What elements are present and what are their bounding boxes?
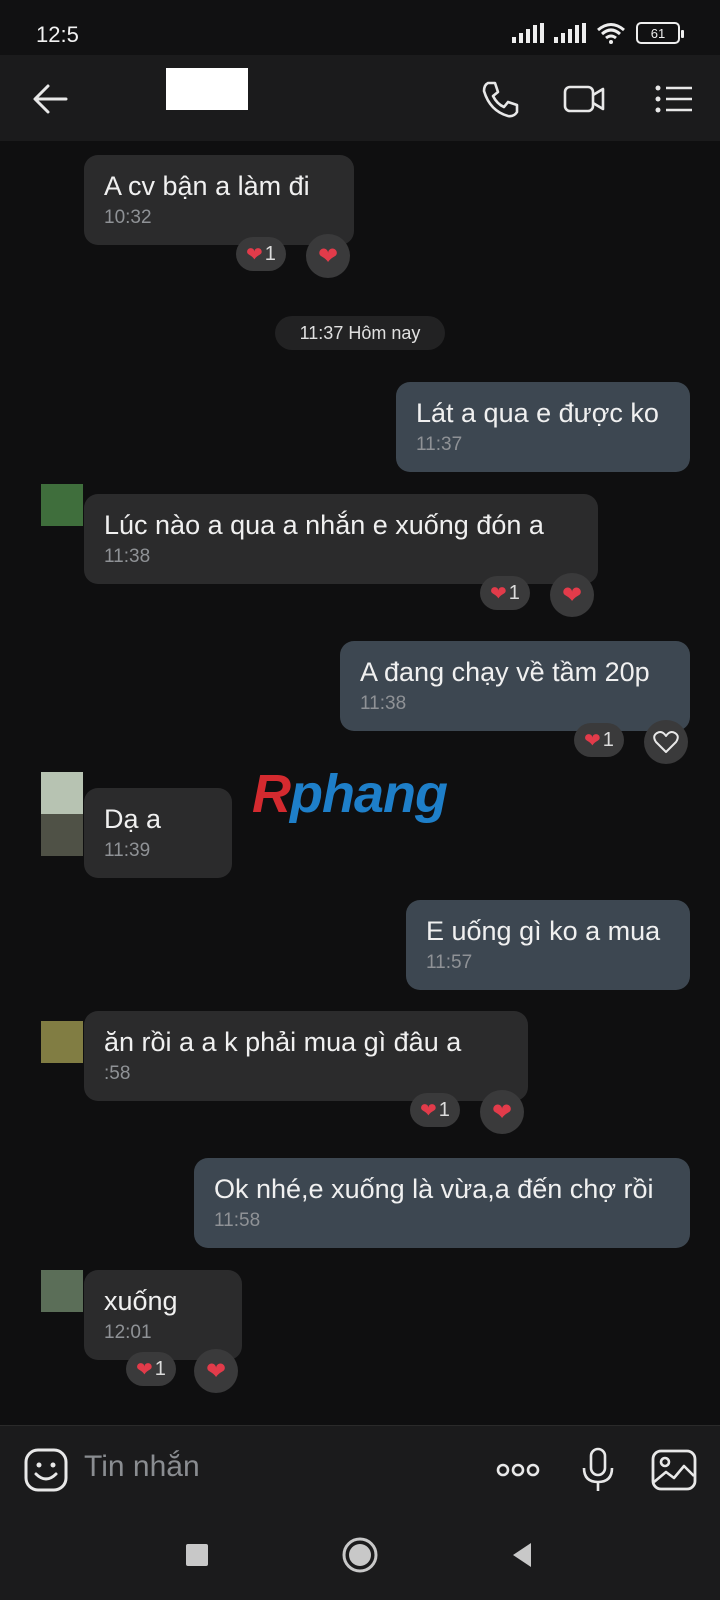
message-text: xuống	[104, 1286, 178, 1316]
incoming-message[interactable]: Lúc nào a qua a nhắn e xuống đón a 11:38	[84, 494, 598, 584]
battery-icon: 61	[636, 22, 684, 44]
avatar[interactable]	[41, 1270, 83, 1312]
incoming-message[interactable]: A cv bận a làm đi 10:32	[84, 155, 354, 245]
message-time: 11:57	[426, 952, 473, 973]
signal-icon	[512, 23, 544, 43]
reaction-count[interactable]: ❤ 1	[410, 1093, 460, 1127]
wifi-icon	[597, 23, 625, 44]
message-input[interactable]: Tin nhắn	[84, 1450, 200, 1484]
heart-icon: ❤	[491, 1098, 513, 1126]
battery-level: 61	[650, 25, 666, 41]
message-list[interactable]: A cv bận a làm đi 10:32 ❤ 1 ❤ 11:37 Hôm …	[0, 141, 720, 1425]
reaction-count-value: 1	[602, 728, 614, 751]
message-time: 11:39	[104, 840, 151, 861]
chat-header	[0, 55, 720, 141]
message-time: 11:37	[416, 434, 463, 455]
heart-icon: ❤	[561, 581, 583, 609]
message-text: ăn rồi a a k phải mua gì đâu a	[104, 1027, 462, 1057]
status-bar: 12:5 61	[0, 0, 720, 55]
message-time: 11:38	[360, 693, 407, 714]
message-time: 12:01	[104, 1322, 152, 1343]
watermark-logo: Rphang	[252, 764, 448, 824]
message-text: A cv bận a làm đi	[104, 171, 310, 201]
heart-react-button[interactable]: ❤	[306, 234, 350, 278]
image-gallery-icon[interactable]	[650, 1446, 698, 1494]
heart-icon: ❤	[136, 1358, 153, 1381]
message-text: Ok nhé,e xuống là vừa,a đến chợ rồi	[214, 1174, 654, 1204]
video-camera-icon[interactable]	[562, 77, 606, 121]
date-separator: 11:37 Hôm nay	[275, 316, 445, 350]
outgoing-message[interactable]: E uống gì ko a mua 11:57	[406, 900, 690, 990]
message-text: E uống gì ko a mua	[426, 916, 661, 946]
outgoing-message[interactable]: Lát a qua e được ko 11:37	[396, 382, 690, 472]
heart-react-button[interactable]: ❤	[550, 573, 594, 617]
back-arrow-icon[interactable]	[28, 77, 72, 121]
message-time: :58	[104, 1063, 131, 1084]
avatar-shadow	[41, 814, 83, 856]
sticker-smile-icon[interactable]	[22, 1446, 70, 1494]
more-dots-icon[interactable]	[494, 1446, 542, 1494]
avatar[interactable]	[41, 772, 83, 814]
heart-icon: ❤	[490, 582, 507, 605]
list-menu-icon[interactable]	[652, 77, 696, 121]
heart-react-button[interactable]: ❤	[480, 1090, 524, 1134]
reaction-count-value: 1	[154, 1357, 166, 1380]
status-icons: 61	[512, 22, 684, 44]
heart-react-button[interactable]: ❤	[194, 1349, 238, 1393]
message-time: 11:38	[104, 546, 151, 567]
reaction-count-value: 1	[264, 242, 276, 265]
reaction-count[interactable]: ❤ 1	[574, 723, 624, 757]
system-nav-bar	[0, 1515, 720, 1600]
heart-icon: ❤	[246, 243, 263, 266]
message-time: 11:58	[214, 1210, 261, 1231]
incoming-message[interactable]: Dạ a 11:39	[84, 788, 232, 878]
heart-icon: ❤	[205, 1357, 227, 1385]
incoming-message[interactable]: ăn rồi a a k phải mua gì đâu a :58	[84, 1011, 528, 1101]
message-composer: Tin nhắn	[0, 1425, 720, 1515]
reaction-count-value: 1	[508, 581, 520, 604]
reaction-count[interactable]: ❤ 1	[236, 237, 286, 271]
heart-icon: ❤	[584, 729, 601, 752]
outgoing-message[interactable]: A đang chạy về tầm 20p 11:38	[340, 641, 690, 731]
incoming-message[interactable]: xuống 12:01	[84, 1270, 242, 1360]
reaction-count[interactable]: ❤ 1	[126, 1352, 176, 1386]
message-text: Lát a qua e được ko	[416, 398, 659, 428]
message-text: Dạ a	[104, 804, 162, 834]
circle-home-icon[interactable]	[340, 1535, 380, 1575]
phone-icon[interactable]	[478, 77, 522, 121]
heart-icon: ❤	[317, 242, 339, 270]
square-recent-icon[interactable]	[177, 1535, 217, 1575]
heart-icon: ❤	[420, 1099, 437, 1122]
microphone-icon[interactable]	[574, 1446, 622, 1494]
message-text: Lúc nào a qua a nhắn e xuống đón a	[104, 510, 544, 540]
avatar[interactable]	[41, 484, 83, 526]
heart-outline-react-button[interactable]	[644, 720, 688, 764]
reaction-count-value: 1	[438, 1098, 450, 1121]
triangle-back-icon[interactable]	[503, 1535, 543, 1575]
avatar[interactable]	[41, 1021, 83, 1063]
signal-icon	[554, 23, 586, 43]
message-text: A đang chạy về tầm 20p	[360, 657, 650, 687]
heart-outline-icon	[653, 731, 679, 753]
message-time: 10:32	[104, 207, 152, 228]
reaction-count[interactable]: ❤ 1	[480, 576, 530, 610]
contact-name-redacted[interactable]	[166, 68, 248, 110]
outgoing-message[interactable]: Ok nhé,e xuống là vừa,a đến chợ rồi 11:5…	[194, 1158, 690, 1248]
status-time: 12:5	[36, 22, 79, 47]
